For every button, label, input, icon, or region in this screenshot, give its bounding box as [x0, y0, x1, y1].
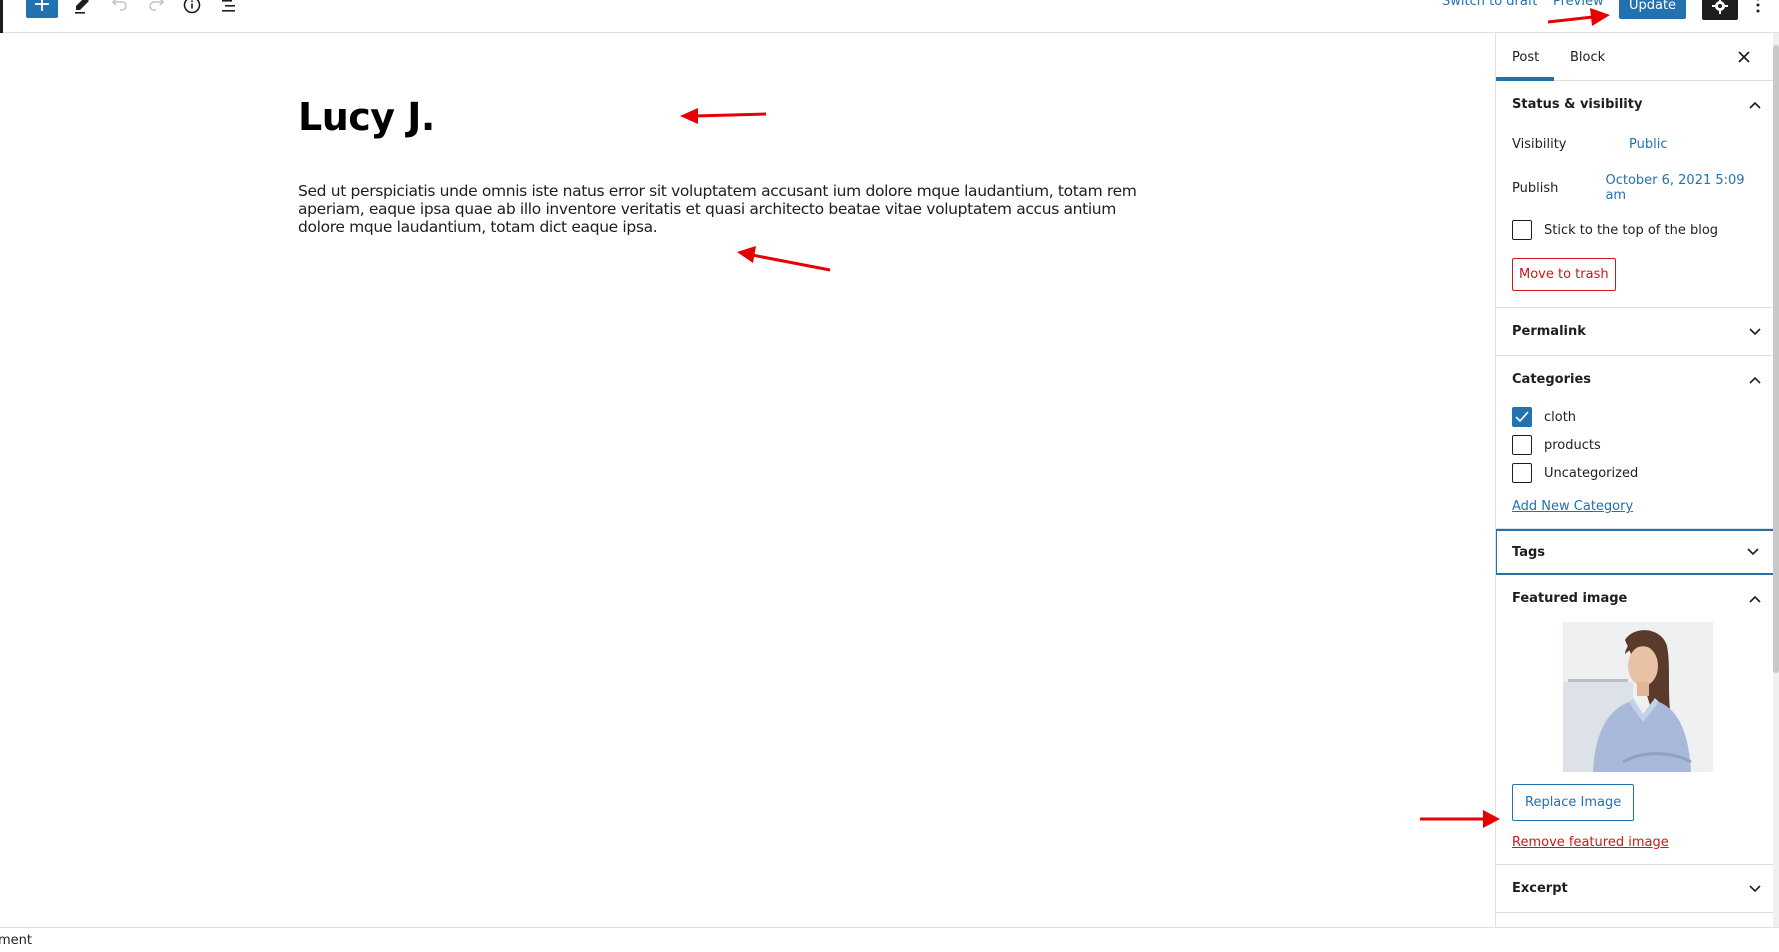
add-new-category-link[interactable]: Add New Category	[1512, 499, 1633, 514]
redo-icon	[149, 0, 165, 11]
settings-button[interactable]	[1702, 0, 1738, 20]
publish-date[interactable]: October 6, 2021 5:09 am	[1605, 173, 1763, 203]
chevron-up-icon	[1749, 101, 1761, 109]
update-button[interactable]: Update	[1619, 0, 1686, 19]
undo-icon	[111, 0, 127, 11]
visibility-label: Visibility	[1512, 136, 1567, 152]
info-icon	[183, 0, 201, 14]
category-checkbox[interactable]	[1512, 463, 1532, 483]
featured-image-preview[interactable]	[1562, 622, 1713, 772]
post-title[interactable]: Lucy J.	[298, 95, 435, 139]
categories-panel: Categories cloth products Uncategorized …	[1496, 356, 1779, 529]
chevron-down-icon	[1749, 884, 1761, 892]
list-view-button[interactable]	[216, 0, 242, 18]
panel-title: Tags	[1512, 544, 1546, 560]
editor-canvas: Lucy J. Sed ut perspiciatis unde omnis i…	[0, 33, 1495, 927]
excerpt-toggle[interactable]: Excerpt	[1496, 865, 1779, 912]
undo-button[interactable]	[107, 0, 133, 18]
categories-toggle[interactable]: Categories	[1496, 356, 1779, 403]
excerpt-panel: Excerpt	[1496, 865, 1779, 913]
sidebar-tabs: Post Block	[1496, 33, 1779, 81]
category-item[interactable]: Uncategorized	[1512, 459, 1763, 487]
tab-block[interactable]: Block	[1554, 33, 1621, 81]
featured-image-toggle[interactable]: Featured image	[1496, 575, 1779, 622]
category-checkbox[interactable]	[1512, 407, 1532, 427]
switch-to-draft-link[interactable]: Switch to draft	[1442, 0, 1537, 9]
details-button[interactable]	[179, 0, 205, 18]
chevron-down-icon	[1749, 327, 1761, 335]
chevron-up-icon	[1749, 376, 1761, 384]
update-label: Update	[1628, 0, 1677, 13]
sticky-checkbox-row[interactable]: Stick to the top of the blog	[1512, 216, 1763, 244]
panel-title: Categories	[1512, 372, 1592, 387]
tab-post[interactable]: Post	[1496, 33, 1554, 81]
plus-icon: +	[32, 0, 52, 17]
sticky-checkbox[interactable]	[1512, 220, 1532, 240]
chevron-down-icon	[1747, 548, 1759, 556]
sidebar-scroll-thumb[interactable]	[1773, 45, 1779, 673]
close-sidebar-button[interactable]	[1732, 45, 1756, 69]
featured-image-panel: Featured image Replace Image Remove feat…	[1496, 575, 1779, 865]
category-label: cloth	[1544, 409, 1577, 425]
panel-title: Permalink	[1512, 324, 1586, 339]
category-item[interactable]: cloth	[1512, 403, 1763, 431]
panel-title: Excerpt	[1512, 881, 1568, 896]
checkmark-icon	[1515, 411, 1529, 423]
permalink-panel: Permalink	[1496, 308, 1779, 356]
pencil-icon	[75, 0, 89, 14]
chevron-up-icon	[1749, 595, 1761, 603]
preview-link[interactable]: Preview	[1553, 0, 1604, 9]
editor-header: + Switch to draft Preview Update	[0, 0, 1779, 33]
permalink-toggle[interactable]: Permalink	[1496, 308, 1779, 355]
settings-sidebar: Post Block Status & visibility Visibilit…	[1495, 33, 1779, 927]
category-item[interactable]: products	[1512, 431, 1763, 459]
add-block-button[interactable]: +	[26, 0, 58, 18]
tools-button[interactable]	[69, 0, 95, 18]
remove-featured-image-link[interactable]: Remove featured image	[1512, 835, 1763, 850]
breadcrumb-item[interactable]: ment	[0, 933, 32, 948]
visibility-value[interactable]: Public	[1629, 137, 1667, 152]
move-to-trash-button[interactable]: Move to trash	[1512, 258, 1616, 291]
redo-button[interactable]	[143, 0, 169, 18]
tags-toggle[interactable]: Tags	[1497, 531, 1777, 573]
list-view-icon	[222, 0, 235, 12]
block-breadcrumb-bar: ment	[0, 927, 1779, 952]
close-icon	[1738, 51, 1750, 63]
category-label: Uncategorized	[1544, 465, 1639, 481]
status-visibility-toggle[interactable]: Status & visibility	[1496, 81, 1779, 128]
admin-edge	[0, 0, 3, 33]
panel-title: Status & visibility	[1512, 97, 1643, 112]
sticky-label: Stick to the top of the blog	[1544, 222, 1719, 238]
status-visibility-panel: Status & visibility Visibility Public Pu…	[1496, 81, 1779, 308]
more-options-button[interactable]	[1748, 0, 1768, 18]
vertical-ellipsis-icon	[1756, 0, 1760, 13]
category-label: products	[1544, 437, 1601, 453]
category-checkbox[interactable]	[1512, 435, 1532, 455]
tags-panel: Tags	[1496, 529, 1779, 575]
gear-icon	[1712, 0, 1728, 14]
sidebar-scrollbar[interactable]	[1773, 33, 1779, 927]
replace-image-button[interactable]: Replace Image	[1512, 784, 1635, 821]
paragraph-block[interactable]: Sed ut perspiciatis unde omnis iste natu…	[298, 182, 1138, 236]
panel-title: Featured image	[1512, 591, 1628, 606]
